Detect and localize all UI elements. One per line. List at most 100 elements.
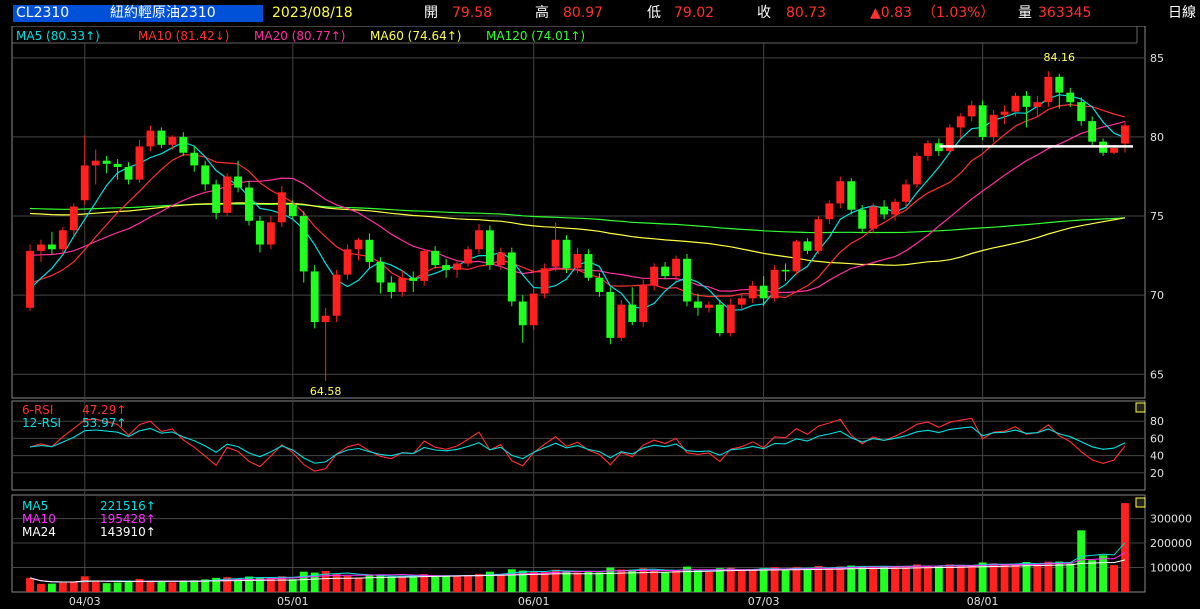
volume-bar [639,568,648,592]
candle [496,247,505,270]
candle-body [26,250,34,308]
candle-body [266,222,275,245]
candle-body [880,206,889,215]
candle-body [1077,102,1086,122]
volume-bar [1055,561,1064,592]
candle-body [694,301,702,308]
candle [80,135,89,205]
candle-body [1055,76,1064,93]
volume-bar [923,566,932,592]
candle-body [310,271,319,323]
candle [507,247,516,307]
candle-body [562,239,571,269]
volume-bar [47,583,56,592]
candle-body [617,304,626,338]
period-label[interactable]: 日線 [1168,4,1196,22]
candle [168,135,177,150]
candle-body [606,291,615,338]
symbol-code[interactable]: CL2310 [16,4,69,22]
candle-body [628,304,637,323]
volume-bar [91,580,100,592]
volume-bar [190,580,199,592]
rsi-panel [29,417,1126,472]
volume-bar [770,567,779,592]
volume-bar [825,567,834,592]
volume-value: 363345 [1038,5,1092,21]
rsi6-label: 6-RSI [22,403,54,417]
candle [1055,73,1064,109]
volume-bar [146,581,155,592]
candle-body [420,250,429,281]
candle-body [496,252,505,266]
candle [748,280,757,304]
volume-bar [891,566,899,592]
volume-bar [332,573,341,592]
candle-body [113,163,122,167]
candle-body [485,230,494,266]
candle [354,238,363,261]
candle [332,269,341,323]
candle [606,287,615,345]
volume-bar [869,565,878,592]
chart-canvas[interactable]: 65 70 75 80 85 20 40 60 80 100000 200000 300000 04/0… [0,0,1200,609]
candle [223,173,232,217]
date-tick-label: 07/03 [748,595,780,608]
rsi-tick-label: 20 [1150,467,1164,480]
candle [847,178,856,215]
candle-body [431,250,440,266]
candle-body [836,181,845,204]
candle-body [759,285,768,299]
candle [781,263,790,281]
volume-bar [792,566,801,592]
candle [485,225,494,270]
vol-ma5-value: 221516↑ [100,499,156,513]
candle-body [157,130,166,145]
vol-ma10-value: 195428↑ [100,512,156,526]
candle [814,216,823,255]
candle-body [69,206,78,231]
volume-bar [442,576,451,592]
candle-body [956,116,965,128]
candle [442,258,451,278]
vol-ma10-label: MA10 [22,512,56,526]
candle-body [1110,148,1118,153]
candle [1088,116,1097,145]
high-value: 80.97 [563,5,604,21]
candle-body [781,269,790,272]
volume-bar [288,579,297,592]
candle-body [442,265,451,270]
candle-body [573,254,582,269]
volume-bar [715,568,724,592]
low-price-label: 64.58 [310,385,342,398]
volume-bar [80,576,89,592]
candle [365,233,374,269]
ma120-legend: MA120 (74.01↑) [486,29,586,43]
candle-body [212,184,221,213]
date-tick-label: 04/03 [69,595,101,608]
change-value: ▲0.83 [870,5,912,21]
volume-tick-label: 300000 [1150,513,1192,526]
candle-body [1022,95,1031,107]
candle [1121,121,1129,153]
volume-bar [781,569,790,592]
price-tick-label: 85 [1150,52,1164,65]
candle-body [146,130,155,147]
rsi12-value: 53.97↑ [82,416,127,430]
rsi-tick-label: 80 [1150,415,1164,428]
change-percent: （1.03%） [922,5,995,21]
volume-bar [496,574,505,592]
candle [683,254,691,307]
candle [551,222,560,272]
candle-body [453,263,461,270]
candle [978,100,987,141]
candle [420,249,429,286]
candle-body [770,269,779,299]
volume-bar [737,570,746,592]
volume-bar [672,570,680,592]
candle-body [1088,121,1097,142]
high-price-label: 84.16 [1044,51,1076,64]
candle [770,265,779,302]
candle [562,235,571,274]
candle-body [913,155,921,185]
candle-body [343,249,352,275]
